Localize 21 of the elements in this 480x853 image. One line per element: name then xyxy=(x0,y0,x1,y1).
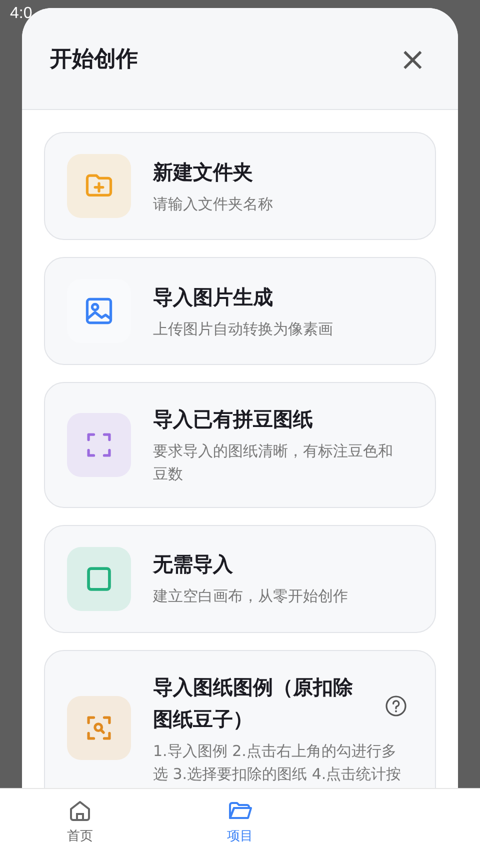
card-description: 上传图片自动转换为像素画 xyxy=(153,318,334,340)
card-description: 要求导入的图纸清晰，有标注豆色和豆数 xyxy=(153,441,394,486)
option-card[interactable]: 无需导入 建立空白画布，从零开始创作 xyxy=(44,524,436,632)
nav-tab[interactable]: 项目 xyxy=(160,789,320,853)
close-button[interactable]: × xyxy=(395,42,430,74)
help-icon[interactable] xyxy=(385,694,407,716)
card-title: 导入已有拼豆图纸 xyxy=(153,406,314,433)
card-title: 导入图纸图例（原扣除图纸豆子） xyxy=(153,674,354,732)
status-time: 4:0 xyxy=(10,5,32,23)
card-description: 请输入文件夹名称 xyxy=(153,194,274,215)
card-title: 无需导入 xyxy=(153,551,234,578)
nav-tab[interactable]: 首页 xyxy=(0,789,160,853)
card-description: 1.导入图例 2.点击右上角的勾进行多选 3.选择要扣除的图纸 4.点击统计按 xyxy=(153,740,402,785)
option-card[interactable]: 导入图片生成 上传图片自动转换为像素画 xyxy=(44,257,436,365)
card-description: 建立空白画布，从零开始创作 xyxy=(153,586,349,608)
option-card[interactable]: 导入图纸图例（原扣除图纸豆子） 1.导入图例 2.点击右上角的勾进行多选 3.选择要扣除的图纸 4.点击统计按 xyxy=(44,650,436,788)
card-title: 新建文件夹 xyxy=(153,158,254,186)
option-card[interactable]: 导入已有拼豆图纸 要求导入的图纸清晰，有标注豆色和豆数 xyxy=(44,382,436,508)
option-card[interactable]: 新建文件夹 请输入文件夹名称 xyxy=(44,132,436,240)
sheet-title: 开始创作 xyxy=(50,46,138,74)
card-title: 导入图片生成 xyxy=(153,284,274,311)
